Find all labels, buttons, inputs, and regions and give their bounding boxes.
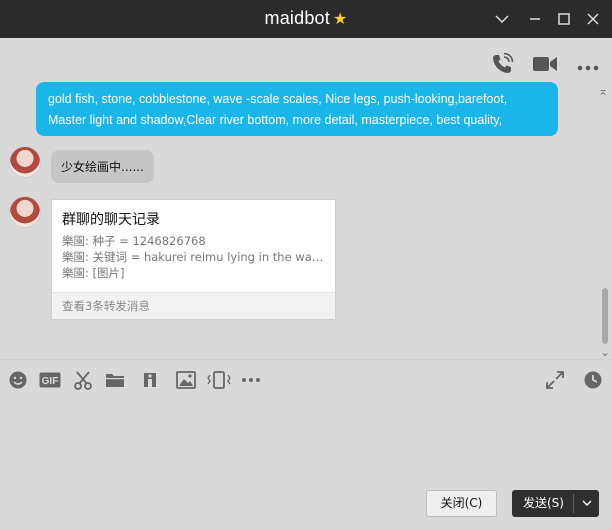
input-toolbar: GIF xyxy=(0,359,612,399)
image-icon[interactable] xyxy=(176,370,196,390)
message-text: 少女绘画中...... xyxy=(61,160,144,174)
send-button[interactable]: 发送(S) xyxy=(512,490,599,517)
card-footer-link[interactable]: 查看3条转发消息 xyxy=(52,292,335,319)
sticker-icon[interactable] xyxy=(140,370,160,390)
window-title-wrap: maidbot ★ xyxy=(0,8,612,29)
card-line: 樂園: 种子 = 1246826768 xyxy=(62,234,206,248)
phone-icon[interactable] xyxy=(490,52,514,80)
close-button[interactable]: 关闭(C) xyxy=(426,490,497,517)
card-line: 樂園: [图片] xyxy=(62,266,125,280)
close-icon[interactable] xyxy=(580,6,606,32)
scrollbar-thumb[interactable] xyxy=(602,288,608,344)
chevron-down-icon[interactable] xyxy=(578,490,596,517)
divider xyxy=(573,494,574,513)
minimize-icon[interactable] xyxy=(522,6,548,32)
shake-icon[interactable] xyxy=(207,370,231,390)
bot-message-bubble[interactable]: 少女绘画中...... xyxy=(51,150,154,183)
svg-text:GIF: GIF xyxy=(42,376,59,387)
message-line: gold fish, stone, cobblestone, wave -sca… xyxy=(48,92,508,106)
card-title: 群聊的聊天记录 xyxy=(62,212,160,228)
collapse-icon[interactable]: ⌅ xyxy=(598,84,608,98)
more-icon[interactable] xyxy=(576,57,600,76)
more-tools-icon[interactable] xyxy=(241,370,261,390)
video-icon[interactable] xyxy=(532,54,558,78)
avatar[interactable] xyxy=(9,196,41,228)
scroll-bottom-icon[interactable]: ⌄ xyxy=(600,345,610,358)
sent-message-bubble[interactable]: gold fish, stone, cobblestone, wave -sca… xyxy=(36,82,558,136)
avatar[interactable] xyxy=(9,146,41,178)
chevron-down-icon[interactable] xyxy=(489,6,515,32)
send-label: 发送(S) xyxy=(523,496,564,510)
forwarded-messages-card[interactable]: 群聊的聊天记录 樂園: 种子 = 1246826768 樂園: 关键词 = ha… xyxy=(51,199,336,320)
chat-action-bar xyxy=(490,52,600,80)
title-bar: maidbot ★ xyxy=(0,0,612,38)
expand-icon[interactable] xyxy=(545,370,565,390)
scissors-icon[interactable] xyxy=(73,370,93,390)
window-title: maidbot xyxy=(264,8,330,28)
card-line: 樂園: 关键词 = hakurei reimu lying in the wat… xyxy=(62,250,326,264)
message-line: Master light and shadow,Clear river bott… xyxy=(48,113,503,127)
gif-icon[interactable]: GIF xyxy=(38,370,62,390)
chat-area[interactable]: gold fish, stone, cobblestone, wave -sca… xyxy=(0,38,612,358)
emoji-icon[interactable] xyxy=(8,370,28,390)
folder-icon[interactable] xyxy=(105,370,125,390)
maximize-icon[interactable] xyxy=(551,6,577,32)
star-icon: ★ xyxy=(332,11,348,28)
history-icon[interactable] xyxy=(583,370,603,390)
